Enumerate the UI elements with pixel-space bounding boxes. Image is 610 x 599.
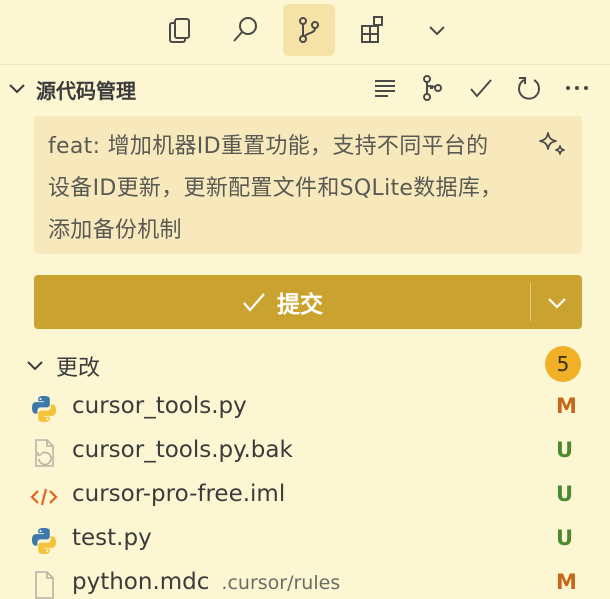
file-status: U	[556, 526, 574, 550]
search-icon	[233, 17, 257, 42]
changes-count-badge: 5	[545, 346, 581, 382]
extensions-icon	[361, 16, 383, 43]
file-row[interactable]: cursor-pro-free.iml U	[0, 475, 610, 519]
commit-button[interactable]: 提交	[34, 275, 530, 329]
commit-message-input[interactable]: feat: 增加机器ID重置功能，支持不同平台的设备ID更新，更新配置文件和SQ…	[34, 116, 582, 254]
file-name-text: python.mdc	[72, 569, 210, 595]
file-status: U	[556, 482, 574, 506]
source-control-icon	[299, 17, 319, 43]
commit-check-button[interactable]	[466, 73, 496, 103]
refresh-button[interactable]	[514, 73, 544, 103]
file-row[interactable]: python.mdc .cursor/rules M	[0, 563, 610, 599]
file-status: U	[556, 438, 574, 462]
file-name: cursor_tools.py.bak	[72, 437, 293, 463]
file-name: cursor_tools.py	[72, 393, 247, 419]
changes-label: 更改	[56, 356, 101, 381]
chevron-down-icon[interactable]	[6, 77, 28, 99]
commit-dropdown-button[interactable]	[531, 275, 582, 329]
python-icon	[32, 396, 56, 422]
source-control-button[interactable]	[283, 4, 335, 56]
file-status: M	[556, 394, 577, 418]
view-as-list-button[interactable]	[370, 73, 400, 103]
checkmark-icon	[243, 293, 265, 312]
chevron-down-icon	[547, 298, 566, 309]
chevron-down-icon	[429, 26, 445, 36]
source-control-panel: 源代码管理 feat: 增加机器ID重置功能，支持不同平台的设备ID更新，更新配…	[0, 0, 610, 599]
changes-group-header[interactable]: 更改	[0, 342, 610, 388]
file-row[interactable]: test.py U	[0, 519, 610, 563]
search-button[interactable]	[219, 4, 271, 56]
explorer-icon	[169, 18, 190, 43]
sparkle-icon[interactable]	[536, 128, 568, 160]
file-status: M	[556, 570, 577, 594]
more-actions-button[interactable]	[562, 73, 592, 103]
checkmark-icon	[470, 79, 492, 98]
graph-icon	[423, 75, 442, 101]
explorer-button[interactable]	[154, 4, 206, 56]
source-control-header[interactable]: 源代码管理	[0, 64, 610, 110]
chevron-down-icon[interactable]	[24, 354, 46, 376]
show-graph-button[interactable]	[418, 73, 448, 103]
file-path: .cursor/rules	[221, 572, 341, 594]
file-row[interactable]: cursor_tools.py M	[0, 387, 610, 431]
refresh-icon	[518, 77, 540, 100]
more-views-button[interactable]	[411, 4, 463, 56]
more-icon	[566, 86, 588, 90]
commit-button-group: 提交	[34, 275, 582, 329]
panel-title: 源代码管理	[36, 79, 136, 103]
commit-message-text[interactable]: feat: 增加机器ID重置功能，支持不同平台的设备ID更新，更新配置文件和SQ…	[48, 126, 508, 252]
file-icon	[35, 571, 54, 599]
activity-bar	[0, 0, 610, 60]
file-name: python.mdc .cursor/rules	[72, 569, 340, 595]
commit-button-label: 提交	[277, 292, 323, 318]
file-name: test.py	[72, 525, 152, 551]
list-view-icon	[375, 80, 395, 97]
backup-file-icon	[35, 439, 54, 467]
python-icon	[32, 528, 56, 554]
file-row[interactable]: cursor_tools.py.bak U	[0, 431, 610, 475]
file-name: cursor-pro-free.iml	[72, 481, 286, 507]
code-file-icon	[30, 488, 58, 506]
extensions-button[interactable]	[347, 4, 399, 56]
